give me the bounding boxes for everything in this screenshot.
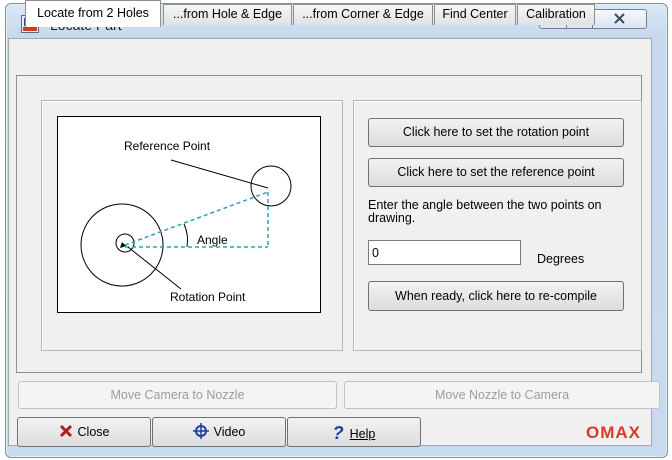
degrees-label: Degrees	[537, 252, 585, 266]
tab-calibration[interactable]: Calibration	[517, 4, 595, 25]
rotation-leader	[127, 246, 182, 290]
set-rotation-point-button[interactable]: Click here to set the rotation point	[368, 118, 624, 147]
close-label: Close	[77, 425, 110, 439]
tab-from-corner-and-edge[interactable]: ...from Corner & Edge	[293, 4, 433, 25]
help-button[interactable]: ? Help	[287, 417, 421, 447]
reference-point-label: Reference Point	[124, 139, 211, 153]
locate-diagram: Reference Point Angle Rotation Point	[57, 116, 321, 313]
close-x-icon	[59, 424, 72, 438]
set-reference-point-button[interactable]: Click here to set the reference point	[368, 158, 624, 187]
angle-instruction: Enter the angle between the two points o…	[368, 198, 602, 225]
tab-from-hole-and-edge[interactable]: ...from Hole & Edge	[163, 4, 292, 25]
help-label: Help	[349, 427, 376, 441]
tab-label: ...from Corner & Edge	[302, 7, 424, 21]
close-icon	[614, 13, 625, 24]
angle-label: Angle	[197, 233, 228, 247]
crosshair-icon	[192, 423, 209, 439]
reference-hole	[250, 165, 292, 207]
tab-label: Find Center	[442, 7, 508, 21]
move-camera-to-nozzle-button[interactable]: Move Camera to Nozzle	[18, 381, 337, 409]
tab-locate-from-2-holes[interactable]: Locate from 2 Holes	[25, 0, 161, 27]
rotation-point-label: Rotation Point	[170, 290, 246, 304]
angle-arc	[183, 223, 189, 248]
tab-label: ...from Hole & Edge	[172, 7, 283, 21]
angle-input[interactable]	[368, 240, 521, 265]
tab-label: Calibration	[526, 7, 586, 21]
help-question-icon: ?	[332, 423, 344, 443]
video-label: Video	[213, 425, 246, 439]
close-button[interactable]: Close	[17, 417, 151, 447]
move-nozzle-to-camera-button[interactable]: Move Nozzle to Camera	[344, 381, 660, 409]
reference-leader	[170, 159, 269, 189]
omax-logo: OMAX	[586, 423, 641, 442]
tab-find-center[interactable]: Find Center	[434, 4, 516, 25]
tab-label: Locate from 2 Holes	[37, 6, 149, 20]
recompile-button[interactable]: When ready, click here to re-compile	[368, 281, 624, 311]
window-close-button[interactable]	[592, 9, 647, 29]
video-button[interactable]: Video	[152, 417, 286, 447]
